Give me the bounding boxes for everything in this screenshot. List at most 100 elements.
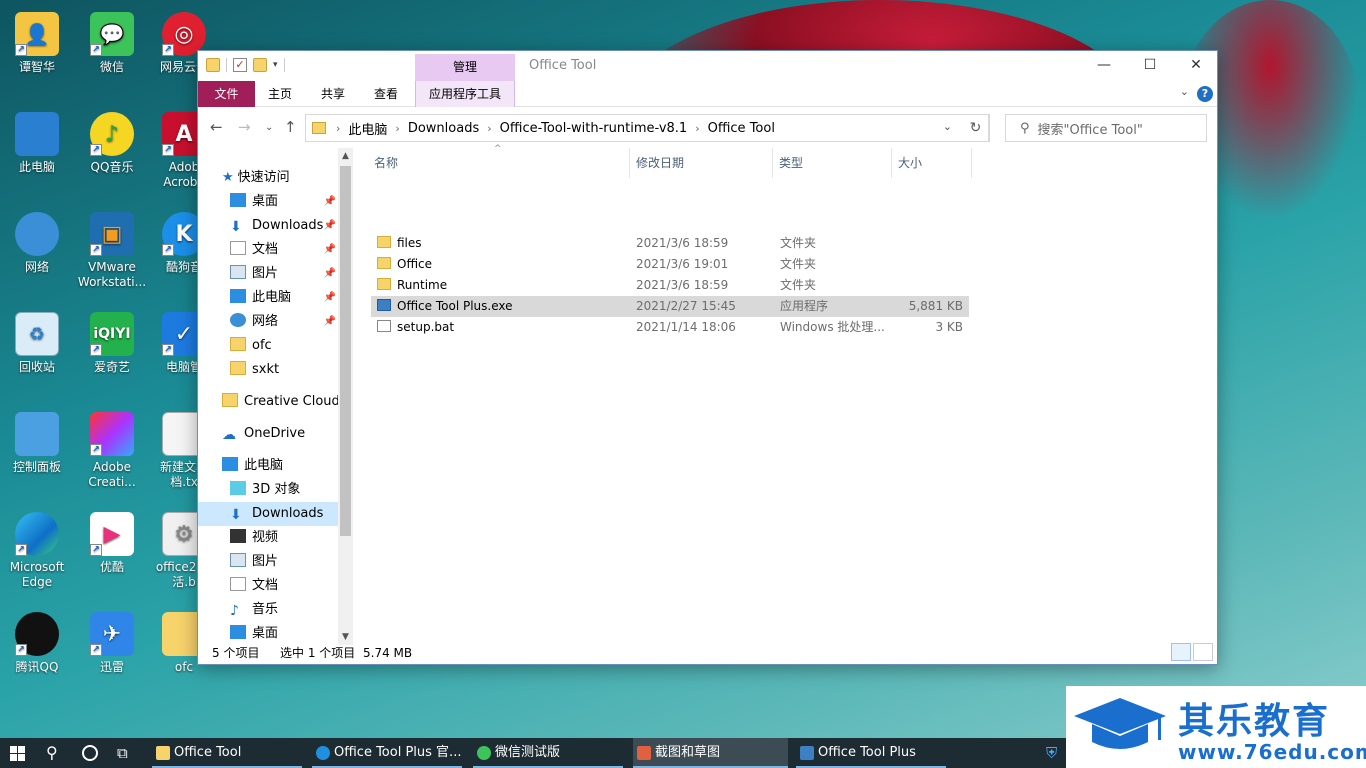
tab-home[interactable]: 主页 [255,81,305,107]
desktop-icon-vmware[interactable]: ▣ ↗ VMware Workstati... [75,212,149,290]
nav-item-this-pc-pinned[interactable]: 此电脑 📌 [198,286,338,310]
windows-start-icon[interactable] [10,746,25,761]
nav-scrollbar[interactable]: ▲ ▼ [338,148,353,645]
file-row[interactable]: Office 2021/3/6 19:01 文件夹 [371,254,969,275]
help-icon[interactable]: ? [1197,86,1213,102]
manage-contextual-tab[interactable]: 管理 [415,54,515,81]
pin-icon[interactable]: 📌 [324,310,336,334]
ribbon-tabs: 文件 主页 共享 查看 应用程序工具 ⌄ ? [198,81,1217,107]
breadcrumb-this-pc[interactable]: 此电脑 [342,119,393,138]
up-arrow-icon[interactable]: ↑ [284,118,297,136]
scrollbar-thumb[interactable] [340,166,351,536]
chevron-right-icon[interactable]: › [393,122,401,135]
recent-locations-icon[interactable]: ⌄ [265,122,273,133]
breadcrumb-office-tool[interactable]: Office Tool [702,121,781,136]
chevron-right-icon[interactable]: › [485,122,493,135]
tab-application-tools[interactable]: 应用程序工具 [415,81,515,107]
pin-icon[interactable]: 📌 [324,190,336,214]
chevron-right-icon[interactable]: › [693,122,701,135]
customize-dropdown-icon[interactable]: ▾ [273,60,278,70]
nav-pc-3d-objects[interactable]: 3D 对象 [198,478,338,502]
pin-icon[interactable]: 📌 [324,238,336,262]
new-folder-icon[interactable] [253,58,267,72]
desktop-icon-youku[interactable]: ▶ ↗ 优酷 [75,512,149,575]
chevron-right-icon[interactable]: › [334,122,342,135]
address-bar[interactable]: › 此电脑 › Downloads › Office-Tool-with-run… [305,114,989,142]
search-input[interactable]: ⚲ 搜索"Office Tool" [1005,114,1207,142]
desktop-icon-recycle-bin[interactable]: ♻ 回收站 [0,312,74,375]
pin-icon[interactable]: 📌 [324,214,336,238]
details-view-icon[interactable] [1171,643,1191,661]
pin-icon[interactable]: 📌 [324,262,336,286]
file-row-selected[interactable]: Office Tool Plus.exe 2021/2/27 15:45 应用程… [371,296,969,317]
tab-share[interactable]: 共享 [308,81,358,107]
nav-item-pictures[interactable]: 图片 📌 [198,262,338,286]
desktop-icon-network[interactable]: 网络 [0,212,74,275]
pin-icon[interactable]: 📌 [324,286,336,310]
nav-creative-cloud[interactable]: Creative Cloud F [198,390,338,414]
security-shield-icon[interactable]: ⛨ [1046,744,1057,762]
column-header-date[interactable]: 修改日期 [630,148,773,178]
desktop-icon-qq[interactable]: ↗ 腾讯QQ [0,612,74,675]
close-button[interactable]: ✕ [1173,51,1219,81]
desktop-icon-user[interactable]: 👤 ↗ 谭智华 [0,12,74,75]
nav-item-downloads[interactable]: ⬇ Downloads 📌 [198,214,338,238]
nav-quick-access[interactable]: ★ 快速访问 [198,166,338,190]
desktop-icon [230,193,246,207]
large-icons-view-icon[interactable] [1193,643,1213,661]
properties-icon[interactable]: ✓ [233,58,247,72]
desktop-icon-wechat[interactable]: 💬 ↗ 微信 [75,12,149,75]
nav-item-sxkt[interactable]: sxkt [198,358,338,382]
star-icon: ★ [222,170,234,185]
desktop-icon-control-panel[interactable]: 控制面板 [0,412,74,475]
nav-pc-downloads[interactable]: ⬇ Downloads [198,502,338,526]
nav-item-desktop[interactable]: 桌面 📌 [198,190,338,214]
nav-pc-music[interactable]: ♪ 音乐 [198,598,338,622]
taskbar-item-edge[interactable]: Office Tool Plus 官... [312,738,462,768]
forward-arrow-icon[interactable]: → [238,118,251,136]
tab-file[interactable]: 文件 [198,81,255,107]
desktop-icon-iqiyi[interactable]: iQIYI ↗ 爱奇艺 [75,312,149,375]
nav-item-ofc[interactable]: ofc [198,334,338,358]
minimize-button[interactable]: — [1081,51,1127,81]
maximize-button[interactable]: ☐ [1127,51,1173,81]
nav-this-pc[interactable]: 此电脑 [198,454,338,478]
folder-icon [377,236,391,248]
nav-onedrive[interactable]: ☁ OneDrive [198,422,338,446]
breadcrumb-runtime-folder[interactable]: Office-Tool-with-runtime-v8.1 [494,121,694,136]
taskbar-item-snip-sketch[interactable]: 截图和草图 [633,738,788,768]
nav-pc-pictures[interactable]: 图片 [198,550,338,574]
column-header-type[interactable]: 类型 [773,148,892,178]
task-view-icon[interactable]: ⧉ [117,744,128,762]
scroll-up-icon[interactable]: ▲ [338,148,353,164]
desktop-icon-xunlei[interactable]: ✈ ↗ 迅雷 [75,612,149,675]
watermark-name: 其乐教育 [1178,701,1331,742]
taskbar-item-wechat[interactable]: 微信测试版 [473,738,623,768]
file-type: 文件夹 [780,278,817,292]
nav-pc-videos[interactable]: 视频 [198,526,338,550]
desktop-icon-adobe-cc[interactable]: ↗ Adobe Creati... [75,412,149,490]
nav-pc-documents[interactable]: 文档 [198,574,338,598]
cortana-icon[interactable] [82,745,98,761]
desktop-icon-this-pc[interactable]: 此电脑 [0,112,74,175]
title-bar[interactable]: ✓ ▾ 管理 Office Tool — ☐ ✕ [198,51,1217,81]
breadcrumb-downloads[interactable]: Downloads [402,121,485,136]
file-row[interactable]: files 2021/3/6 18:59 文件夹 [371,233,969,254]
back-arrow-icon[interactable]: ← [210,118,223,136]
file-row[interactable]: Runtime 2021/3/6 18:59 文件夹 [371,275,969,296]
taskbar-item-office-tool-plus[interactable]: Office Tool Plus [796,738,946,768]
column-header-size[interactable]: 大小 [892,148,972,178]
nav-item-documents[interactable]: 文档 📌 [198,238,338,262]
taskbar-item-office-tool-explorer[interactable]: Office Tool [152,738,302,768]
picture-icon [230,265,246,279]
refresh-button[interactable]: ↻ [962,114,990,142]
nav-item-network-pinned[interactable]: 网络 📌 [198,310,338,334]
expand-ribbon-icon[interactable]: ⌄ [1180,85,1189,98]
search-icon[interactable]: ⚲ [46,743,58,762]
address-dropdown-icon[interactable]: ⌄ [943,120,952,133]
folder-icon[interactable] [206,58,220,72]
desktop-icon-edge[interactable]: ↗ Microsoft Edge [0,512,74,590]
desktop-icon-qq-music[interactable]: ♪ ↗ QQ音乐 [75,112,149,175]
tab-view[interactable]: 查看 [361,81,411,107]
file-row[interactable]: setup.bat 2021/1/14 18:06 Windows 批处理...… [371,317,969,338]
